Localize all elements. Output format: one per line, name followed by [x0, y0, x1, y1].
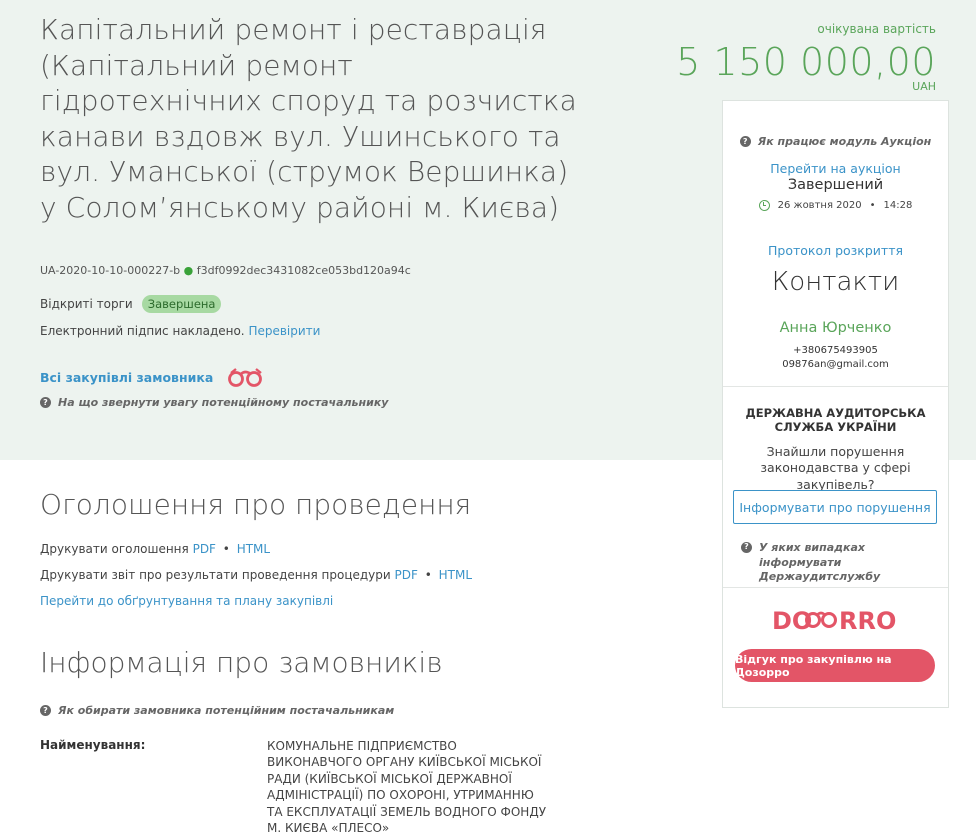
- audit-hint-text: У яких випадках інформувати Держаудитслу…: [759, 541, 881, 583]
- auction-time-sep: •: [869, 200, 876, 211]
- expected-price-value: 5 150 000,00: [676, 40, 936, 84]
- customer-name-value: Комунальне підприємство ВИКОНАВЧОГО ОРГА…: [267, 739, 547, 834]
- tender-id: UA-2020-10-10-000227-b: [40, 264, 181, 277]
- status-badge: Завершена: [141, 295, 222, 313]
- report-violation-button[interactable]: Інформувати про порушення: [733, 490, 937, 524]
- customer-info-heading: Інформація про замовників: [40, 646, 443, 679]
- supplier-hint[interactable]: ? На що звернути увагу потенційному пост…: [40, 396, 388, 409]
- sidebar-panel: ? Як працює модуль Аукціон Перейти на ау…: [722, 100, 949, 708]
- contact-phone: +380675493905: [793, 345, 878, 356]
- price-currency: UAH: [912, 80, 936, 93]
- print-report-html-link[interactable]: HTML: [439, 568, 472, 582]
- verify-signature-link[interactable]: Перевірити: [248, 324, 320, 338]
- audit-hint[interactable]: ? У яких випадках інформувати Держаудитс…: [741, 541, 941, 585]
- auction-hint[interactable]: ? Як працює модуль Аукціон: [723, 135, 948, 148]
- print-announcement-row: Друкувати оголошення PDF • HTML: [40, 542, 270, 556]
- question-circle-icon: ?: [741, 542, 752, 553]
- tender-ids: UA-2020-10-10-000227-b ● f3df0992dec3431…: [40, 264, 411, 277]
- all-customer-buys-link[interactable]: Всі закупівлі замовника: [40, 370, 213, 385]
- print-report-label: Друкувати звіт про результати проведення…: [40, 568, 391, 582]
- question-circle-icon: ?: [40, 705, 51, 716]
- auction-time: 14:28: [883, 200, 913, 211]
- procedure-type: Відкриті торги: [40, 297, 133, 311]
- auction-status: Завершений: [787, 177, 884, 193]
- signature-row: Електронний підпис накладено. Перевірити: [40, 324, 320, 338]
- auction-hint-text: Як працює модуль Аукціон: [757, 135, 932, 148]
- go-to-auction-link[interactable]: Перейти на аукціон: [723, 161, 948, 176]
- procedure-row: Відкриті торги Завершена: [40, 295, 222, 313]
- customer-hint-text: Як обирати замовника потенційним постача…: [58, 704, 395, 717]
- audit-question: Знайшли порушення законодавства у сфері …: [760, 444, 911, 492]
- auction-date: 26 жовтня 2020: [777, 200, 862, 211]
- binoculars-icon[interactable]: [227, 367, 265, 387]
- bullet: •: [424, 568, 432, 582]
- contacts-heading: Контакти: [771, 267, 900, 297]
- id-separator-dot: ●: [183, 264, 194, 277]
- customer-name-label: Найменування:: [40, 738, 146, 752]
- question-circle-icon: ?: [739, 136, 751, 147]
- divider: [723, 386, 948, 387]
- svg-text:RRO: RRO: [839, 607, 896, 635]
- print-announcement-label: Друкувати оголошення: [40, 542, 189, 556]
- print-announcement-html-link[interactable]: HTML: [237, 542, 270, 556]
- print-announcement-pdf-link[interactable]: PDF: [193, 542, 216, 556]
- customer-hint[interactable]: ? Як обирати замовника потенційним поста…: [40, 704, 394, 717]
- bullet: •: [222, 542, 230, 556]
- dozorro-logo[interactable]: DO RRO: [723, 602, 948, 636]
- dozorro-feedback-button[interactable]: Відгук про закупівлю на Дозорро: [735, 649, 935, 682]
- auction-datetime: 26 жовтня 2020 • 14:28: [723, 200, 948, 211]
- tender-title: Капітальний ремонт і реставрація (Капіта…: [40, 13, 577, 224]
- auction-hint-wrap: ? Як працює модуль Аукціон: [723, 135, 948, 148]
- dozorro-logo-image: DO RRO: [772, 607, 896, 635]
- audit-hint-wrap: ? У яких випадках інформувати Держаудитс…: [741, 541, 941, 585]
- plan-row: Перейти до обґрунтування та плану закупі…: [40, 594, 333, 608]
- signature-text: Електронний підпис накладено.: [40, 324, 245, 338]
- all-buys-row: Всі закупівлі замовника: [40, 367, 265, 387]
- contact-person-name: Анна Юрченко: [779, 320, 892, 336]
- supplier-hint-text: На що звернути увагу потенційному постач…: [58, 396, 389, 409]
- clock-icon: [758, 200, 770, 211]
- divider: [723, 587, 948, 588]
- opening-protocol-link[interactable]: Протокол розкриття: [723, 243, 948, 258]
- question-circle-icon: ?: [40, 397, 51, 408]
- contact-email: 09876an@gmail.com: [782, 359, 889, 370]
- tender-hash: f3df0992dec3431082ce053bd120a94c: [196, 264, 411, 277]
- print-report-pdf-link[interactable]: PDF: [395, 568, 418, 582]
- procurement-plan-link[interactable]: Перейти до обґрунтування та плану закупі…: [40, 594, 333, 608]
- audit-service-title: ДЕРЖАВНА АУДИТОРСЬКА СЛУЖБА УКРАЇНИ: [745, 406, 926, 434]
- expected-price-label: очікувана вартість: [817, 22, 936, 36]
- print-report-row: Друкувати звіт про результати проведення…: [40, 568, 472, 582]
- announcement-heading: Оголошення про проведення: [40, 488, 472, 521]
